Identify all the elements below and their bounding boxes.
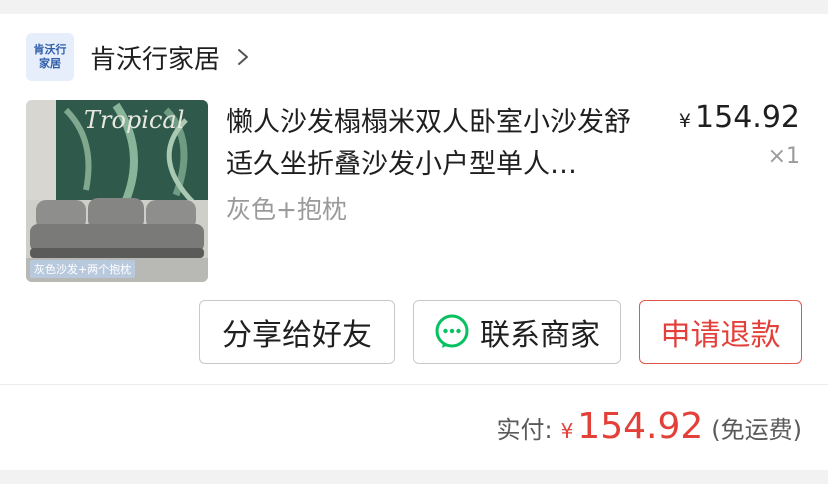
refund-button[interactable]: 申请退款	[639, 300, 802, 364]
shop-header[interactable]: 肯沃行 家居 肯沃行家居	[26, 33, 254, 81]
chat-bubble-icon	[435, 314, 469, 348]
product-variant: 灰色+抱枕	[226, 195, 347, 224]
share-button[interactable]: 分享给好友	[199, 300, 395, 364]
paid-summary: 实付: ¥ 154.92 (免运费)	[496, 406, 802, 450]
price-currency: ¥	[678, 110, 692, 132]
shop-logo-line2: 家居	[39, 57, 61, 70]
order-card: 肯沃行 家居 肯沃行家居 Tropical 灰色沙发+两个抱枕 懒人沙发榻榻米双…	[0, 14, 828, 470]
contact-seller-label: 联系商家	[480, 318, 600, 353]
product-price: ¥154.92	[679, 100, 800, 135]
chevron-right-icon	[238, 49, 249, 65]
refund-button-label: 申请退款	[660, 318, 781, 353]
shop-logo: 肯沃行 家居	[26, 33, 74, 81]
shop-name[interactable]: 肯沃行家居	[90, 39, 220, 76]
shop-logo-line1: 肯沃行	[33, 43, 67, 56]
product-title[interactable]: 懒人沙发榻榻米双人卧室小沙发舒适久坐折叠沙发小户型单人…	[226, 102, 656, 186]
paid-amount: 154.92	[577, 406, 704, 447]
image-caption: 灰色沙发+两个抱枕	[30, 260, 136, 278]
product-quantity: ×1	[767, 144, 800, 169]
paid-currency: ¥	[560, 419, 574, 443]
paid-label: 实付:	[496, 416, 553, 444]
product-thumbnail[interactable]: Tropical 灰色沙发+两个抱枕	[26, 100, 208, 282]
contact-seller-button[interactable]: 联系商家	[413, 300, 621, 364]
divider	[0, 384, 828, 385]
shipping-note: (免运费)	[711, 416, 802, 444]
tapestry-text: Tropical	[84, 106, 184, 134]
price-value: 154.92	[695, 100, 800, 135]
share-button-label: 分享给好友	[222, 318, 372, 353]
sofa-product-image: Tropical	[26, 100, 208, 282]
